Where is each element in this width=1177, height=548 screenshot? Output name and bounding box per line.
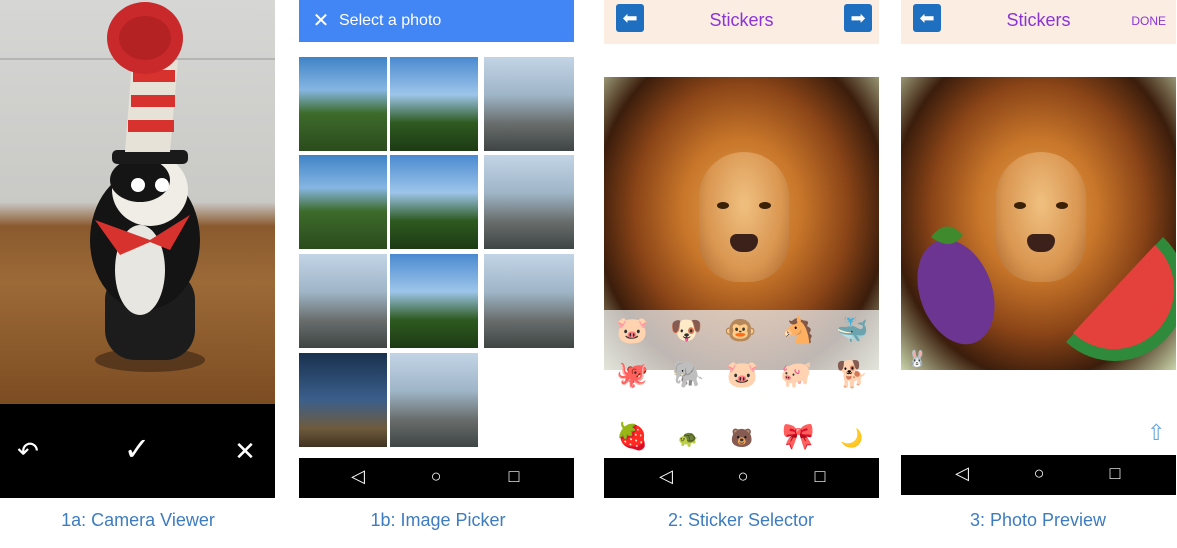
octopus-icon[interactable]: 🐙	[616, 358, 648, 390]
photo-preview-screen: ⬅ Stickers DONE 🐰 ⇧ ◁ ○ □	[901, 0, 1176, 498]
picker-header: ✕ Select a photo	[299, 0, 574, 42]
next-button[interactable]: ➡	[844, 4, 872, 32]
elephant-icon[interactable]: 🐘	[672, 358, 704, 390]
preview-header: ⬅ Stickers DONE	[901, 0, 1176, 44]
bow-icon[interactable]: 🎀	[782, 420, 814, 452]
share-button[interactable]: ⇧	[1147, 420, 1165, 446]
back-triangle-icon[interactable]: ◁	[654, 466, 678, 487]
pig-face-icon[interactable]: 🐷	[726, 358, 758, 390]
photo-thumbnail[interactable]	[390, 353, 478, 447]
bear-icon[interactable]: 🐻	[726, 422, 758, 454]
moon-icon[interactable]: 🌙	[836, 422, 868, 454]
bunny-icon[interactable]: 🐰	[901, 344, 933, 376]
recents-square-icon[interactable]: □	[502, 466, 526, 487]
photo-thumbnail[interactable]	[390, 254, 478, 348]
sticker-selector-screen: ⬅ Stickers ➡ 🐷 🐶 🐵 🐴 🐳 🐙 🐘 🐷 🐖 🐕 🍓 🐢 🐻 🎀…	[604, 0, 879, 498]
close-icon: ✕	[234, 436, 256, 466]
sticker-header: ⬅ Stickers ➡	[604, 0, 879, 44]
lion-eye	[717, 202, 729, 209]
caption-camera: 1a: Camera Viewer	[61, 510, 215, 530]
photo-thumbnail[interactable]	[390, 155, 478, 249]
pig-icon[interactable]: 🐷	[616, 314, 648, 346]
photo-thumbnail[interactable]	[299, 155, 387, 249]
home-circle-icon[interactable]: ○	[1027, 463, 1051, 484]
caption-picker: 1b: Image Picker	[370, 510, 506, 530]
picker-title: Select a photo	[339, 12, 442, 29]
placed-stickers	[917, 226, 1176, 361]
recents-square-icon[interactable]: □	[1103, 463, 1127, 484]
lion-face	[699, 152, 789, 282]
recents-square-icon[interactable]: □	[808, 466, 832, 487]
caption-photo-preview: 3: Photo Preview	[969, 510, 1107, 530]
photo-thumbnail[interactable]	[484, 254, 574, 348]
photo-thumbnail[interactable]	[390, 57, 478, 151]
eggplant-icon	[917, 226, 995, 345]
share-icon: ⇧	[1147, 420, 1166, 445]
photo-thumbnail[interactable]	[484, 155, 574, 249]
photo-thumbnail[interactable]	[484, 57, 574, 151]
back-triangle-icon[interactable]: ◁	[346, 466, 370, 487]
undo-icon: ↶	[17, 436, 39, 466]
lion-eye	[759, 202, 771, 209]
picker-close-button[interactable]: ✕	[309, 8, 333, 33]
lion-photo-with-stickers	[901, 77, 1176, 370]
strawberry-icon[interactable]: 🍓	[616, 420, 648, 452]
arrow-right-icon: ➡	[850, 8, 866, 28]
horse-icon[interactable]: 🐴	[782, 314, 814, 346]
accept-photo-button[interactable]: ✓	[117, 431, 157, 467]
camera-viewer-screen: ↶ ✓ ✕	[0, 0, 275, 498]
photo-thumbnail[interactable]	[299, 353, 387, 447]
check-icon: ✓	[123, 431, 151, 467]
camera-toolbar: ↶ ✓ ✕	[0, 404, 275, 498]
lion-nose	[730, 234, 758, 252]
sticker-title: Stickers	[709, 10, 774, 30]
home-circle-icon[interactable]: ○	[731, 466, 755, 487]
dog-icon[interactable]: 🐕	[836, 358, 868, 390]
image-picker-screen: ✕ Select a photo ◁ ○ □	[299, 0, 574, 498]
retake-button[interactable]: ↶	[8, 436, 48, 466]
monkey-icon[interactable]: 🐵	[724, 314, 756, 346]
photo-thumbnail[interactable]	[299, 254, 387, 348]
watermelon-icon	[1066, 237, 1176, 361]
whale-icon[interactable]: 🐳	[836, 314, 868, 346]
camera-preview-photo	[0, 0, 275, 404]
home-circle-icon[interactable]: ○	[424, 466, 448, 487]
cat-in-hat-figurine	[90, 2, 205, 372]
photo-thumbnail[interactable]	[299, 57, 387, 151]
android-nav-bar: ◁ ○ □	[299, 458, 574, 498]
turtle-icon[interactable]: 🐢	[672, 424, 704, 456]
caption-sticker-selector: 2: Sticker Selector	[667, 510, 815, 530]
dog-icon[interactable]: 🐶	[670, 314, 702, 346]
cancel-button[interactable]: ✕	[225, 436, 265, 466]
android-nav-bar: ◁ ○ □	[604, 458, 879, 498]
pig-icon[interactable]: 🐖	[780, 358, 812, 390]
done-button[interactable]: DONE	[1131, 14, 1166, 28]
close-icon: ✕	[312, 10, 330, 32]
back-triangle-icon[interactable]: ◁	[950, 463, 974, 484]
android-nav-bar: ◁ ○ □	[901, 455, 1176, 495]
